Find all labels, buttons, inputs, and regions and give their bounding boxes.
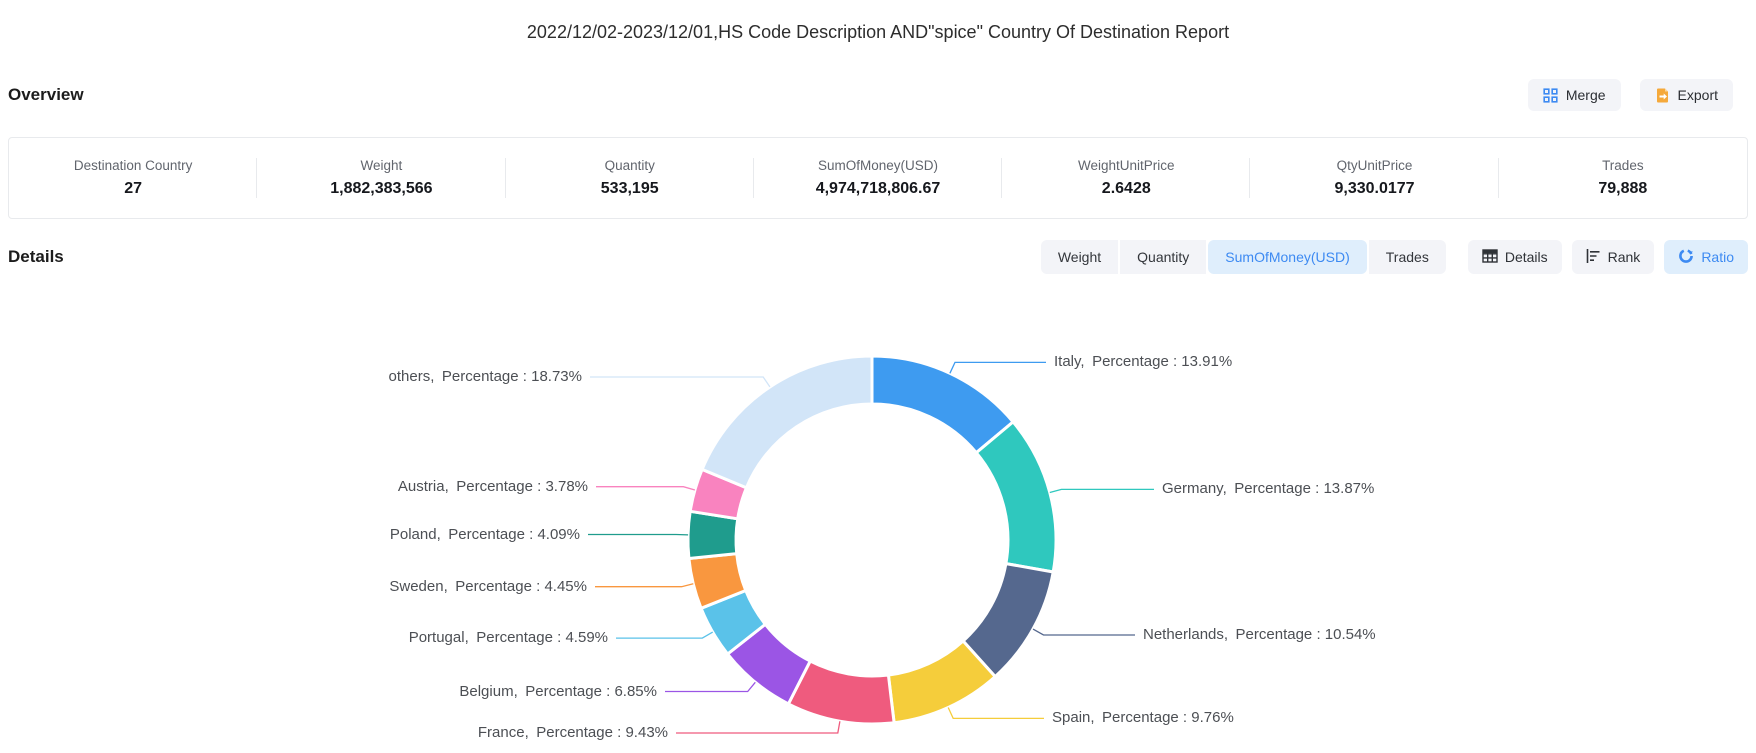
chart-label-line [616,632,713,638]
chart-label-France: France, Percentage : 9.43% [478,722,668,744]
stat-weight: Weight 1,882,383,566 [257,138,505,218]
stat-label: Weight [361,158,403,173]
stat-label: Trades [1602,158,1644,173]
rank-icon [1586,249,1601,266]
stat-value: 9,330.0177 [1335,180,1415,198]
metric-tab-group: Weight Quantity SumOfMoney(USD) Trades [1041,240,1446,274]
stat-value: 1,882,383,566 [330,180,432,198]
stat-quantity: Quantity 533,195 [506,138,754,218]
chart-label-line [596,487,695,490]
details-heading: Details [8,247,64,267]
stat-value: 2.6428 [1102,180,1151,198]
tab-trades[interactable]: Trades [1369,240,1446,274]
details-controls: Weight Quantity SumOfMoney(USD) Trades D… [1041,240,1748,274]
view-rank-button[interactable]: Rank [1572,240,1655,274]
stat-label: WeightUnitPrice [1078,158,1175,173]
chart-label-line [590,377,770,387]
export-button-label: Export [1678,87,1718,103]
overview-header: Overview Merge [0,78,1756,112]
overview-heading: Overview [8,85,84,105]
tab-weight[interactable]: Weight [1041,240,1118,274]
chart-label-Spain: Spain, Percentage : 9.76% [1052,707,1234,729]
table-icon [1482,249,1498,266]
export-button[interactable]: Export [1640,79,1733,111]
page-title: 2022/12/02-2023/12/01,HS Code Descriptio… [0,20,1756,44]
chart-label-Italy: Italy, Percentage : 13.91% [1054,351,1232,373]
donut-chart [0,274,1756,753]
view-rank-label: Rank [1608,249,1641,265]
overview-actions: Merge Export [1528,79,1733,111]
pie-slice-Germany[interactable] [976,422,1056,572]
chart-label-Sweden: Sweden, Percentage : 4.45% [389,576,587,598]
stat-label: Quantity [605,158,655,173]
merge-button-label: Merge [1566,87,1606,103]
merge-button[interactable]: Merge [1528,79,1621,111]
stat-destination-country: Destination Country 27 [9,138,257,218]
chart-label-Germany: Germany, Percentage : 13.87% [1162,478,1374,500]
title-bar: 2022/12/02-2023/12/01,HS Code Descriptio… [0,0,1756,44]
stat-sum-of-money: SumOfMoney(USD) 4,974,718,806.67 [754,138,1002,218]
view-details-button[interactable]: Details [1468,240,1562,274]
chart-label-Netherlands: Netherlands, Percentage : 10.54% [1143,624,1376,646]
chart-label-line [948,708,1044,719]
stat-value: 4,974,718,806.67 [816,180,941,198]
chart-label-Portugal: Portugal, Percentage : 4.59% [409,627,608,649]
stat-value: 533,195 [601,180,659,198]
stat-qty-unit-price: QtyUnitPrice 9,330.0177 [1250,138,1498,218]
stat-trades: Trades 79,888 [1499,138,1747,218]
stat-label: SumOfMoney(USD) [818,158,938,173]
chart-label-others: others, Percentage : 18.73% [389,366,582,388]
chart-label-line [676,721,840,733]
chart-label-Poland: Poland, Percentage : 4.09% [390,524,580,546]
tab-quantity[interactable]: Quantity [1120,240,1206,274]
merge-icon [1543,88,1558,103]
view-ratio-button[interactable]: Ratio [1664,240,1748,274]
stat-value: 79,888 [1598,180,1647,198]
destination-ratio-chart: Italy, Percentage : 13.91% Germany, Perce… [0,274,1756,753]
chart-label-line [665,682,755,691]
stat-label: QtyUnitPrice [1337,158,1413,173]
stat-weight-unit-price: WeightUnitPrice 2.6428 [1002,138,1250,218]
view-details-label: Details [1505,249,1548,265]
overview-stats-box: Destination Country 27 Weight 1,882,383,… [8,137,1748,219]
view-button-group: Details Rank [1468,240,1748,274]
chart-label-Austria: Austria, Percentage : 3.78% [398,476,588,498]
chart-label-Belgium: Belgium, Percentage : 6.85% [459,681,657,703]
pie-slice-others[interactable] [702,356,872,488]
donut-icon [1678,248,1694,267]
tab-sum-of-money[interactable]: SumOfMoney(USD) [1208,240,1366,274]
chart-label-line [595,584,693,587]
chart-label-line [950,362,1046,373]
export-file-icon [1655,87,1670,103]
chart-label-line [1050,489,1154,492]
chart-label-line [1033,629,1135,635]
stat-label: Destination Country [74,158,193,173]
details-header: Details Weight Quantity SumOfMoney(USD) … [0,240,1756,274]
stat-value: 27 [124,180,142,198]
view-ratio-label: Ratio [1701,249,1734,265]
